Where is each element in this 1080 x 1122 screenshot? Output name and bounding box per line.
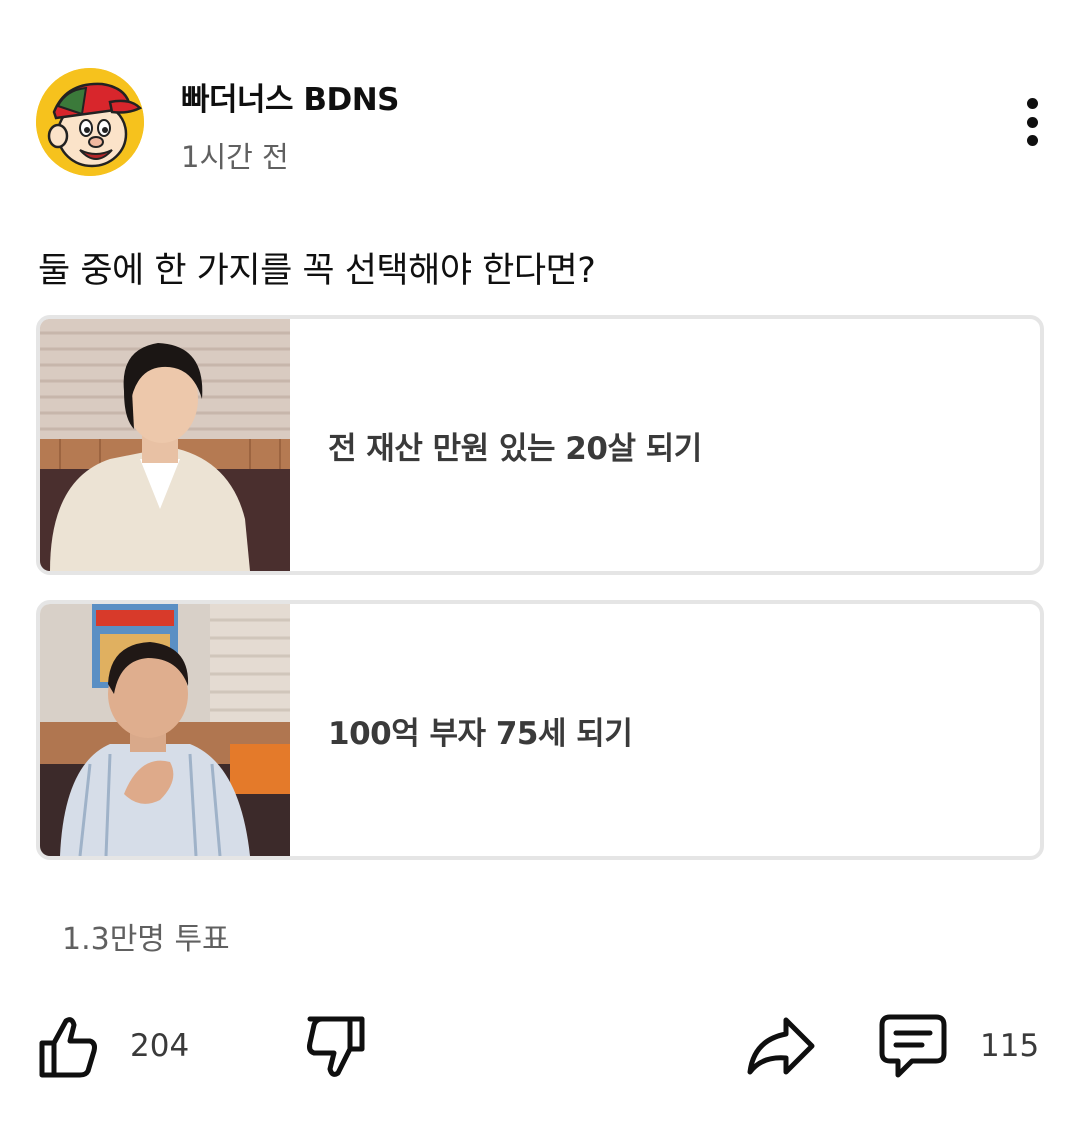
channel-name[interactable]: 빠더너스 BDNS <box>181 74 400 119</box>
option-2-thumbnail <box>40 604 290 856</box>
option-1-label: 전 재산 만원 있는 20살 되기 <box>328 430 702 467</box>
option-1-thumbnail <box>40 319 290 571</box>
share-button[interactable] <box>744 1010 816 1082</box>
avatar-image <box>36 68 144 176</box>
thumbs-up-icon <box>39 1017 97 1078</box>
comment-icon <box>879 1014 947 1078</box>
like-count: 204 <box>130 1028 190 1064</box>
dislike-button[interactable] <box>300 1010 366 1082</box>
more-options-button[interactable] <box>1006 92 1058 152</box>
comment-button[interactable]: 115 <box>878 1010 1039 1082</box>
option-2-label: 100억 부자 75세 되기 <box>328 715 633 752</box>
thumbs-down-icon <box>307 1016 365 1077</box>
comment-count: 115 <box>980 1028 1040 1064</box>
poll-question: 둘 중에 한 가지를 꼭 선택해야 한다면? <box>38 251 596 291</box>
like-button[interactable]: 204 <box>38 1010 189 1082</box>
more-vertical-icon <box>1026 98 1038 109</box>
share-icon <box>747 1017 815 1075</box>
channel-avatar[interactable] <box>36 68 144 176</box>
poll-option-2[interactable]: 100억 부자 75세 되기 <box>36 600 1044 860</box>
vote-count: 1.3만명 투표 <box>62 922 230 957</box>
post-timestamp: 1시간 전 <box>181 140 289 174</box>
poll-option-1[interactable]: 전 재산 만원 있는 20살 되기 <box>36 315 1044 575</box>
